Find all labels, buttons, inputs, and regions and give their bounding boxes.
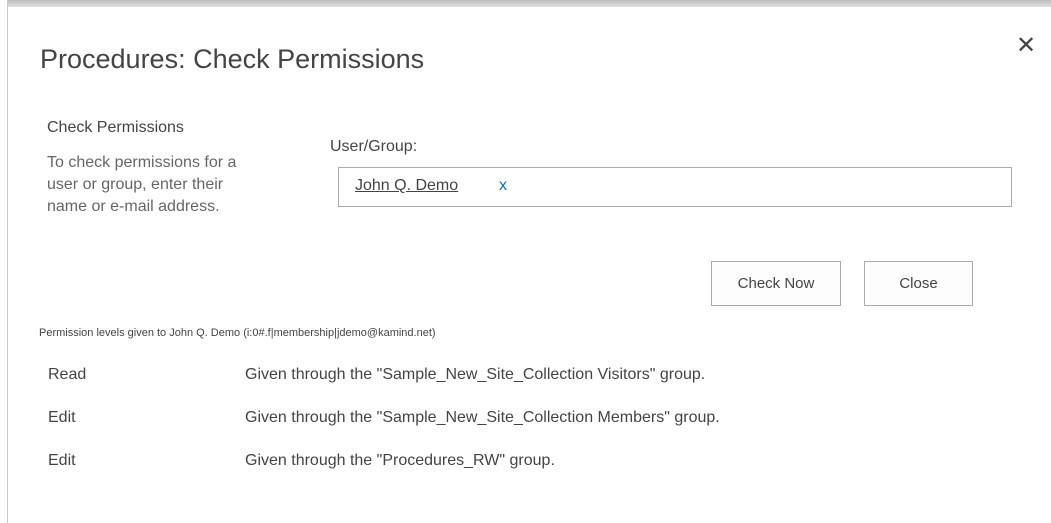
permission-level: Read (48, 366, 87, 383)
results-caption: Permission levels given to John Q. Demo … (39, 327, 436, 339)
permission-source: Given through the "Sample_New_Site_Colle… (245, 366, 706, 383)
description-line: name or e-mail address. (47, 198, 220, 215)
close-icon[interactable]: ✕ (1015, 34, 1037, 58)
dialog-top-border (7, 0, 1051, 7)
check-now-button[interactable]: Check Now (711, 261, 841, 306)
section-heading: Check Permissions (47, 119, 184, 136)
permission-row: Edit Given through the "Sample_New_Site_… (0, 409, 1051, 433)
description-line: To check permissions for a (47, 154, 237, 171)
dialog-title: Procedures: Check Permissions (40, 44, 425, 74)
description-line: user or group, enter their (47, 176, 224, 193)
permission-level: Edit (48, 452, 76, 469)
resolved-user-link[interactable]: John Q. Demo (355, 177, 458, 195)
check-permissions-dialog: Procedures: Check Permissions ✕ Check Pe… (0, 0, 1051, 523)
permission-source: Given through the "Procedures_RW" group. (245, 452, 555, 469)
permission-level: Edit (48, 409, 76, 426)
user-group-input[interactable]: John Q. Demo x (338, 167, 1012, 207)
permission-row: Edit Given through the "Procedures_RW" g… (0, 452, 1051, 476)
section-description: To check permissions for a user or group… (47, 152, 307, 218)
dialog-left-border (7, 0, 8, 523)
user-group-label: User/Group: (330, 138, 418, 155)
close-button[interactable]: Close (864, 261, 973, 306)
permission-row: Read Given through the "Sample_New_Site_… (0, 366, 1051, 390)
remove-user-button[interactable]: x (499, 177, 507, 195)
permission-source: Given through the "Sample_New_Site_Colle… (245, 409, 720, 426)
